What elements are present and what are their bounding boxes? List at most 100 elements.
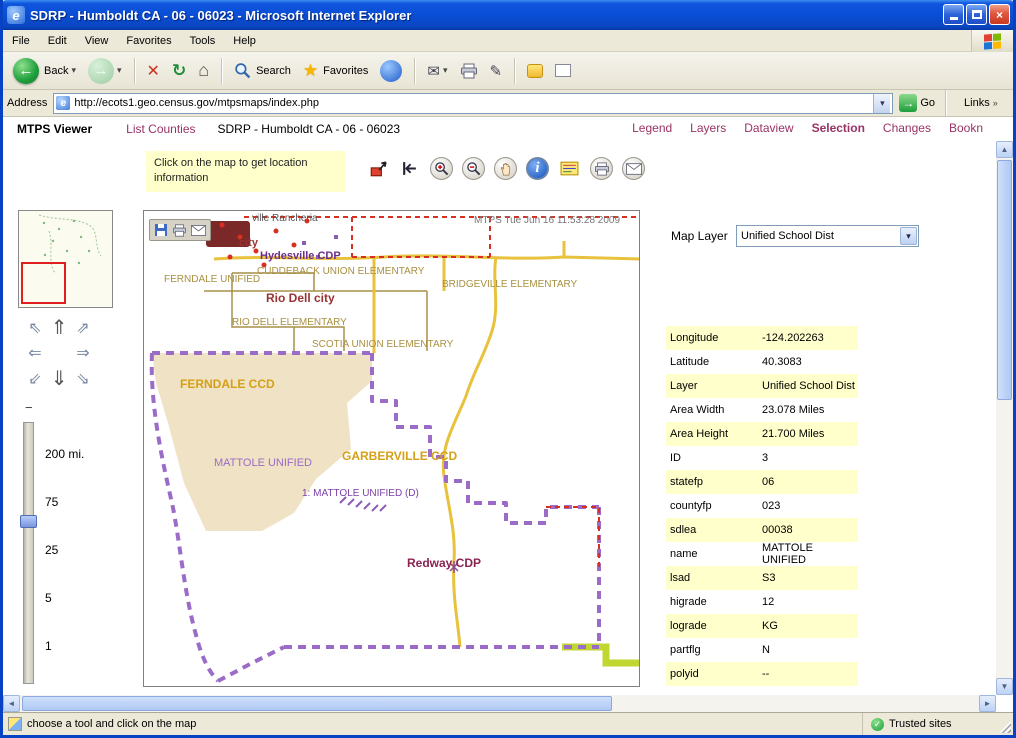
address-url[interactable]: http://ecots1.geo.census.gov/mtpsmaps/in…: [74, 97, 869, 109]
minimize-button[interactable]: [943, 4, 964, 25]
windows-logo-panel: [971, 30, 1013, 52]
scroll-up-button[interactable]: ▲: [996, 141, 1013, 158]
pan-left-button[interactable]: ⇐: [23, 341, 47, 365]
email-map-button[interactable]: [622, 157, 645, 180]
media-button[interactable]: [376, 58, 406, 84]
print-small-icon[interactable]: [172, 224, 187, 237]
pan-ne-button[interactable]: ⇗: [71, 314, 95, 341]
map-viewport[interactable]: ville RancheriacityHydesville CDPCUDDEBA…: [143, 210, 640, 687]
save-icon[interactable]: [154, 223, 168, 237]
menu-item[interactable]: File: [3, 32, 39, 50]
zoom-slider-track[interactable]: [23, 422, 34, 684]
map-label: BRIDGEVILLE ELEMENTARY: [442, 279, 577, 290]
pan-button[interactable]: [494, 157, 517, 180]
attribute-row: countyfp 023: [666, 494, 858, 518]
pan-right-button[interactable]: ⇒: [71, 341, 95, 365]
menu-item[interactable]: Tools: [181, 32, 225, 50]
scroll-right-button[interactable]: ►: [979, 695, 996, 712]
location-info-tool-button[interactable]: [366, 157, 389, 180]
back-dropdown-icon[interactable]: ▾: [71, 65, 76, 76]
refresh-button[interactable]: ↻: [168, 59, 190, 83]
previous-extent-button[interactable]: [398, 157, 421, 180]
attribute-row: partflg N: [666, 638, 858, 662]
print-map-button[interactable]: [590, 157, 613, 180]
address-bar: Address e http://ecots1.geo.census.gov/m…: [3, 90, 1013, 117]
messenger-button[interactable]: [523, 62, 547, 80]
pan-se-button[interactable]: ⇘: [71, 365, 95, 392]
horizontal-scroll-thumb[interactable]: [22, 696, 612, 711]
pan-nw-button[interactable]: ⇖: [23, 314, 47, 341]
nav-link[interactable]: Selection: [812, 121, 865, 135]
forward-button[interactable]: → ▾: [84, 56, 126, 86]
mail-button[interactable]: ✉ ▾: [423, 60, 451, 82]
list-counties-link[interactable]: List Counties: [126, 122, 195, 136]
select-dropdown-icon[interactable]: ▾: [900, 227, 917, 245]
attribute-value: 3: [758, 446, 858, 470]
info-tool-button[interactable]: i: [526, 157, 549, 180]
pan-down-button[interactable]: ⇓: [47, 365, 71, 392]
browser-window: e SDRP - Humboldt CA - 06 - 06023 - Micr…: [0, 0, 1016, 738]
zoom-slider-thumb[interactable]: [20, 515, 37, 528]
back-button[interactable]: ← Back ▾: [9, 56, 80, 86]
close-button[interactable]: ×: [989, 4, 1010, 25]
links-button[interactable]: Links »: [964, 97, 998, 109]
map-hint-box: Click on the map to get location informa…: [146, 151, 346, 192]
map-label: Rio Dell city: [266, 291, 335, 305]
nav-link[interactable]: Changes: [883, 121, 931, 135]
nav-link[interactable]: Dataview: [744, 121, 793, 135]
forward-dropdown-icon[interactable]: ▾: [117, 65, 122, 76]
vertical-scroll-thumb[interactable]: [997, 160, 1012, 400]
attributes-tool-button[interactable]: [558, 157, 581, 180]
overview-map[interactable]: [18, 210, 113, 308]
fullscreen-button[interactable]: [551, 62, 575, 79]
edit-button[interactable]: ✎: [486, 60, 507, 82]
nav-link[interactable]: Legend: [632, 121, 672, 135]
attribute-key: ID: [666, 446, 758, 470]
print-button[interactable]: [456, 61, 482, 81]
address-label: Address: [7, 97, 47, 109]
attribute-key: lsad: [666, 566, 758, 590]
search-button[interactable]: Search: [230, 60, 295, 81]
messenger-icon: [527, 64, 543, 78]
scroll-left-button[interactable]: ◄: [3, 695, 20, 712]
scroll-down-button[interactable]: ▼: [996, 678, 1013, 695]
attribute-row: Area Width 23.078 Miles: [666, 398, 858, 422]
mail-dropdown-icon[interactable]: ▾: [443, 65, 448, 76]
menu-item[interactable]: Edit: [39, 32, 76, 50]
media-icon: [380, 60, 402, 82]
attribute-row: Area Height 21.700 Miles: [666, 422, 858, 446]
back-icon: ←: [13, 58, 39, 84]
map-label: MATTOLE UNIFIED: [214, 457, 312, 469]
favorites-button[interactable]: ★ Favorites: [299, 59, 373, 83]
minimize-icon: [950, 17, 958, 20]
stop-button[interactable]: ✕: [143, 59, 164, 83]
map-layer-select[interactable]: Unified School Dist ▾: [736, 225, 919, 247]
home-button[interactable]: ⌂: [194, 58, 213, 83]
horizontal-scrollbar[interactable]: ◄ ►: [3, 695, 996, 712]
email-icon: [626, 163, 642, 175]
zoom-out-button[interactable]: [462, 157, 485, 180]
attribute-row: higrade 12: [666, 590, 858, 614]
pan-sw-button[interactable]: ⇙: [23, 365, 47, 392]
menu-item[interactable]: Favorites: [117, 32, 180, 50]
menu-item[interactable]: Help: [224, 32, 265, 50]
address-input[interactable]: e http://ecots1.geo.census.gov/mtpsmaps/…: [53, 93, 893, 114]
nav-link[interactable]: Layers: [690, 121, 726, 135]
status-tool-icon: [8, 717, 22, 731]
app-nav: Legend Layers Dataview Selection Changes Book…: [632, 121, 983, 135]
nav-link[interactable]: Bookn: [949, 121, 983, 135]
zoom-in-button[interactable]: [430, 157, 453, 180]
go-button[interactable]: → Go: [899, 94, 935, 112]
attribute-table: Longitude -124.202263 Latitude 40.3083 L…: [666, 326, 858, 686]
pan-up-button[interactable]: ⇑: [47, 314, 71, 341]
map-mini-toolbar: [149, 219, 211, 241]
attribute-value: 40.3083: [758, 350, 858, 374]
address-dropdown-icon[interactable]: ▾: [873, 94, 890, 113]
vertical-scrollbar[interactable]: ▲ ▼: [996, 141, 1013, 695]
attributes-icon: [560, 161, 579, 176]
maximize-button[interactable]: [966, 4, 987, 25]
email-small-icon[interactable]: [191, 225, 206, 236]
page-icon: e: [56, 96, 70, 110]
menu-item[interactable]: View: [76, 32, 118, 50]
scale-label: 1: [45, 639, 84, 687]
